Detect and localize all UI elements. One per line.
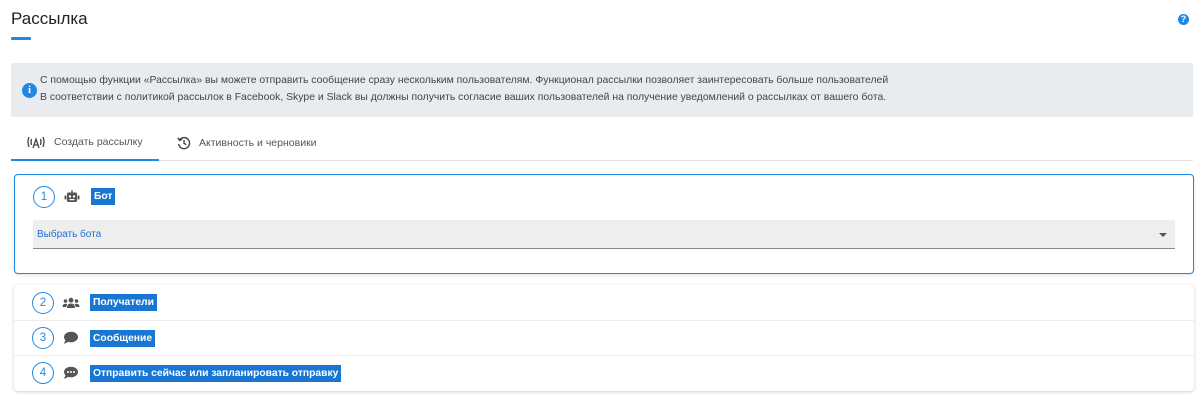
info-text-line-2: В соответствии с политикой рассылок в Fa… (40, 92, 887, 103)
step-header-recipients[interactable]: 2 Получатели (14, 285, 1194, 320)
info-circle-icon: i (22, 83, 37, 98)
step-header-bot[interactable]: 1 Бот (15, 179, 1193, 214)
title-underline (11, 37, 31, 40)
bot-select-value: Выбрать бота (37, 229, 102, 240)
step-number: 2 (32, 291, 54, 314)
question-circle-icon[interactable]: ? (1178, 14, 1189, 25)
tab-create-broadcast[interactable]: Создать рассылку (11, 124, 159, 161)
comment-dots-icon (62, 365, 80, 381)
step-header-message[interactable]: 3 Сообщение (14, 320, 1194, 355)
tab-activity-drafts-label: Активность и черновики (199, 136, 317, 149)
caret-down-icon (1159, 233, 1167, 237)
step-label: Отправить сейчас или запланировать отпра… (90, 364, 342, 382)
step-header-send[interactable]: 4 Отправить сейчас или запланировать отп… (14, 355, 1194, 390)
comment-icon (62, 330, 80, 346)
broadcast-icon (26, 135, 46, 149)
page-title: Рассылка (11, 9, 88, 28)
bot-select[interactable]: Выбрать бота (33, 220, 1175, 249)
step-number: 3 (32, 327, 54, 349)
history-icon (177, 136, 191, 150)
tab-bar: Создать рассылку Активность и черновики (11, 124, 1193, 161)
info-text-line-1: С помощью функции «Рассылка» вы можете о… (40, 75, 889, 86)
steps-card: 2 Получатели 3 Сообщение 4 Отправить сей… (14, 285, 1194, 391)
step-number: 4 (32, 362, 54, 384)
step-card-bot: 1 Бот Выбрать бота (14, 174, 1194, 274)
step-label: Сообщение (90, 329, 156, 347)
robot-icon (63, 189, 81, 205)
step-label: Получатели (90, 294, 157, 311)
users-icon (62, 295, 80, 311)
tab-activity-drafts[interactable]: Активность и черновики (177, 124, 317, 161)
step-label: Бот (91, 188, 116, 205)
info-banner: i С помощью функции «Рассылка» вы можете… (11, 63, 1193, 117)
tab-create-broadcast-label: Создать рассылку (54, 135, 143, 148)
step-number: 1 (33, 185, 55, 208)
